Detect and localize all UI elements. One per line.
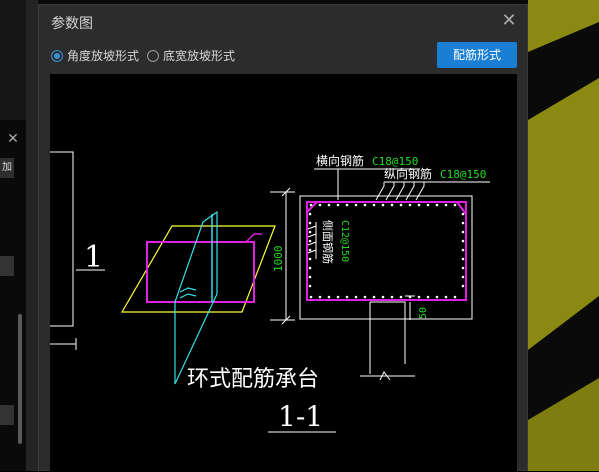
rebar-dot bbox=[417, 203, 421, 207]
rebar-dot bbox=[461, 239, 465, 243]
rebar-dot bbox=[461, 212, 465, 216]
rebar-dot bbox=[426, 295, 430, 299]
radio-angle-slope[interactable]: 角度放坡形式 bbox=[51, 47, 139, 64]
rebar-dot bbox=[399, 295, 403, 299]
rebar-dot bbox=[318, 203, 322, 207]
panel-tab[interactable]: 加 bbox=[0, 158, 14, 178]
rebar-dot bbox=[308, 230, 312, 234]
radio-bottom-width-slope[interactable]: 底宽放坡形式 bbox=[147, 47, 235, 64]
rebar-dot bbox=[308, 248, 312, 252]
radio-bottom-width-slope-label: 底宽放坡形式 bbox=[163, 49, 236, 63]
section-label: 1-1 bbox=[278, 400, 323, 433]
rebar-dot bbox=[461, 257, 465, 261]
close-icon[interactable]: ✕ bbox=[499, 11, 519, 31]
rebar-dot bbox=[461, 221, 465, 225]
longitudinal-rebar-label: 纵向钢筋 bbox=[384, 166, 432, 181]
radio-unchecked-icon[interactable] bbox=[147, 49, 159, 62]
rebar-dot bbox=[363, 203, 367, 207]
rebar-dot bbox=[426, 203, 430, 207]
rebar-dot bbox=[461, 266, 465, 270]
radio-checked-icon[interactable] bbox=[51, 49, 63, 62]
rebar-dot bbox=[354, 295, 358, 299]
rebar-dot bbox=[417, 295, 421, 299]
rebar-dot bbox=[461, 275, 465, 279]
rebar-dot bbox=[308, 239, 312, 243]
side-rebar-label: 侧面钢筋 bbox=[321, 220, 335, 264]
rebar-dot bbox=[336, 203, 340, 207]
dim-50-label: 50 bbox=[418, 307, 429, 319]
rebar-dot bbox=[308, 212, 312, 216]
rebar-dot bbox=[399, 203, 403, 207]
rebar-dot bbox=[372, 203, 376, 207]
rebar-dot bbox=[435, 203, 439, 207]
dim-1000-label: 1000 bbox=[272, 246, 285, 273]
rebar-dot bbox=[390, 295, 394, 299]
iso-sketch bbox=[120, 210, 276, 385]
rebar-dot bbox=[308, 221, 312, 225]
parameter-drawing-canvas: 1 1000 横向钢筋 C18@150 纵向钢筋 C18@150 侧面钢筋 C1… bbox=[50, 74, 517, 472]
rebar-dot bbox=[390, 203, 394, 207]
dialog-title: 参数图 bbox=[51, 16, 93, 32]
rebar-dot bbox=[309, 203, 313, 207]
rebar-dot bbox=[308, 284, 312, 288]
rebar-dot bbox=[461, 230, 465, 234]
drawing-title: 环式配筋承台 bbox=[187, 367, 319, 392]
panel-scrollbar[interactable] bbox=[18, 314, 22, 444]
longitudinal-rebar-spec: C18@150 bbox=[440, 168, 486, 181]
rebar-dot bbox=[453, 295, 457, 299]
panel-row[interactable] bbox=[0, 256, 14, 276]
rebar-dot bbox=[408, 203, 412, 207]
rebar-dot bbox=[461, 284, 465, 288]
rebar-dot bbox=[444, 203, 448, 207]
rebar-dot bbox=[336, 295, 340, 299]
rebar-dot bbox=[308, 257, 312, 261]
rebar-dot bbox=[372, 295, 376, 299]
parameter-dialog: 参数图 ✕ 角度放坡形式 底宽放坡形式 配筋形式 1 1000 横向钢筋 C18… bbox=[38, 4, 528, 472]
transverse-rebar-label: 横向钢筋 bbox=[316, 153, 364, 168]
section-marker-label: 1 bbox=[84, 240, 103, 275]
radio-angle-slope-label: 角度放坡形式 bbox=[67, 49, 140, 63]
rebar-dot bbox=[327, 203, 331, 207]
background-panel-strip bbox=[26, 0, 38, 471]
rebar-dot bbox=[381, 203, 385, 207]
rebar-dot bbox=[308, 266, 312, 270]
rebar-dot bbox=[327, 295, 331, 299]
rebar-dot bbox=[381, 295, 385, 299]
rebar-dot bbox=[461, 248, 465, 252]
rebar-dot bbox=[345, 295, 349, 299]
rebar-dot bbox=[345, 203, 349, 207]
drawing-svg: 1 1000 横向钢筋 C18@150 纵向钢筋 C18@150 侧面钢筋 C1… bbox=[50, 151, 490, 433]
rebar-dot bbox=[408, 295, 412, 299]
rebar-dot bbox=[309, 295, 313, 299]
panel-row[interactable] bbox=[0, 405, 14, 425]
rebar-dot bbox=[318, 295, 322, 299]
panel-close-icon[interactable]: ✕ bbox=[4, 130, 22, 148]
rebar-dot bbox=[354, 203, 358, 207]
side-rebar-spec: C12@150 bbox=[339, 220, 350, 262]
rebar-dot bbox=[363, 295, 367, 299]
background-toolbar bbox=[0, 0, 26, 120]
rebar-config-button[interactable]: 配筋形式 bbox=[437, 42, 517, 68]
rebar-dot bbox=[435, 295, 439, 299]
rebar-dot bbox=[308, 275, 312, 279]
rebar-dot bbox=[453, 203, 457, 207]
rebar-dot bbox=[444, 295, 448, 299]
